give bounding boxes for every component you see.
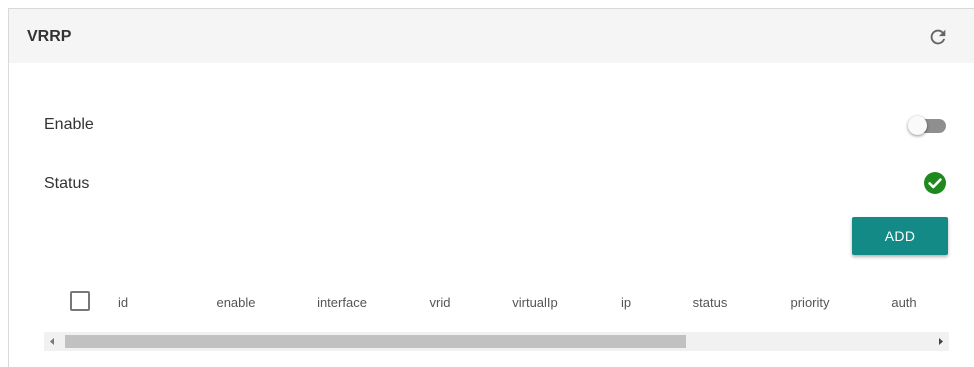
column-header-auth[interactable]: auth <box>891 295 916 310</box>
column-header-id[interactable]: id <box>118 295 128 310</box>
column-header-virtualip[interactable]: virtualIp <box>512 295 558 310</box>
select-all-checkbox[interactable] <box>70 291 90 311</box>
vrrp-panel: VRRP Enable Status ADD id enable interfa… <box>8 8 974 367</box>
column-header-vrid[interactable]: vrid <box>430 295 451 310</box>
scroll-right-icon[interactable] <box>932 332 949 351</box>
toggle-knob <box>908 116 927 135</box>
column-header-status[interactable]: status <box>693 295 728 310</box>
add-button[interactable]: ADD <box>852 217 948 255</box>
status-label: Status <box>44 175 90 192</box>
column-header-ip[interactable]: ip <box>621 295 631 310</box>
scrollbar-thumb[interactable] <box>65 335 686 348</box>
column-header-priority[interactable]: priority <box>790 295 829 310</box>
panel-header: VRRP <box>9 9 974 63</box>
panel-title: VRRP <box>27 28 72 45</box>
scroll-left-icon[interactable] <box>44 332 61 351</box>
enable-toggle[interactable] <box>908 115 946 135</box>
table-header: id enable interface vrid virtualIp ip st… <box>9 284 974 320</box>
horizontal-scrollbar[interactable] <box>44 332 949 351</box>
column-header-enable[interactable]: enable <box>216 295 255 310</box>
refresh-icon[interactable] <box>927 26 949 48</box>
check-circle-icon <box>924 172 946 194</box>
column-header-interface[interactable]: interface <box>317 295 367 310</box>
enable-label: Enable <box>44 116 94 133</box>
